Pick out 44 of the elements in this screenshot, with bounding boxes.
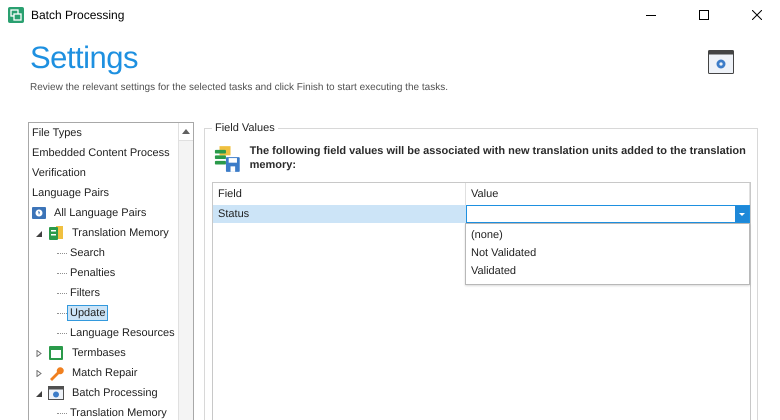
expand-icon[interactable] <box>36 350 42 356</box>
termbase-icon <box>48 345 64 361</box>
window-title: Batch Processing <box>31 8 126 22</box>
description-text: The following field values will be associated with new translation units added to the translation memory: <box>250 144 747 172</box>
tree-item[interactable]: Penalties <box>67 265 118 281</box>
gear-window-icon <box>48 386 64 400</box>
database-save-icon <box>214 144 242 174</box>
tree-item[interactable]: Verification <box>29 165 89 181</box>
database-icon <box>48 225 64 241</box>
gear-window-icon <box>708 50 734 74</box>
tree-item[interactable]: Language Pairs <box>29 185 112 201</box>
tree-item[interactable]: Termbases <box>69 345 129 361</box>
value-dropdown[interactable] <box>466 205 750 223</box>
dropdown-option[interactable]: (none) <box>466 226 749 244</box>
scroll-up-icon[interactable] <box>182 129 190 134</box>
tree-item[interactable]: Embedded Content Process <box>29 145 173 161</box>
collapse-icon[interactable] <box>36 390 42 396</box>
dropdown-option[interactable]: Not Validated <box>466 244 749 262</box>
tree-item[interactable]: Update <box>67 305 108 321</box>
maximize-icon[interactable] <box>699 10 709 20</box>
scrollbar[interactable] <box>178 123 193 420</box>
expand-icon[interactable] <box>36 370 42 376</box>
globe-icon <box>32 207 46 219</box>
tree-item[interactable]: Batch Processing <box>69 385 161 401</box>
collapse-icon[interactable] <box>36 230 42 236</box>
tree-item[interactable]: All Language Pairs <box>51 205 150 221</box>
tree-item[interactable]: Translation Memory <box>67 405 170 420</box>
group-title: Field Values <box>214 122 276 134</box>
tree-item[interactable]: Language Resources <box>67 325 178 341</box>
tree-item[interactable]: File Types <box>29 125 85 141</box>
tree-item[interactable]: Translation Memory <box>69 225 172 241</box>
minimize-icon[interactable] <box>646 14 656 16</box>
dropdown-option[interactable]: Validated <box>466 262 749 280</box>
page-title: Settings <box>30 39 140 77</box>
tree-item[interactable]: Match Repair <box>69 365 140 381</box>
table-cell-text: Status <box>217 207 250 222</box>
caret-icon[interactable] <box>739 212 745 216</box>
wrench-icon <box>48 365 64 381</box>
app-icon <box>8 7 24 23</box>
table-row[interactable]: Status <box>213 205 750 223</box>
tree-item[interactable]: Search <box>67 245 108 261</box>
tree-item[interactable]: Filters <box>67 285 103 301</box>
close-icon[interactable] <box>752 10 762 20</box>
page-subtitle: Review the relevant settings for the selected tasks and click Finish to start executing the tasks. <box>30 82 449 93</box>
